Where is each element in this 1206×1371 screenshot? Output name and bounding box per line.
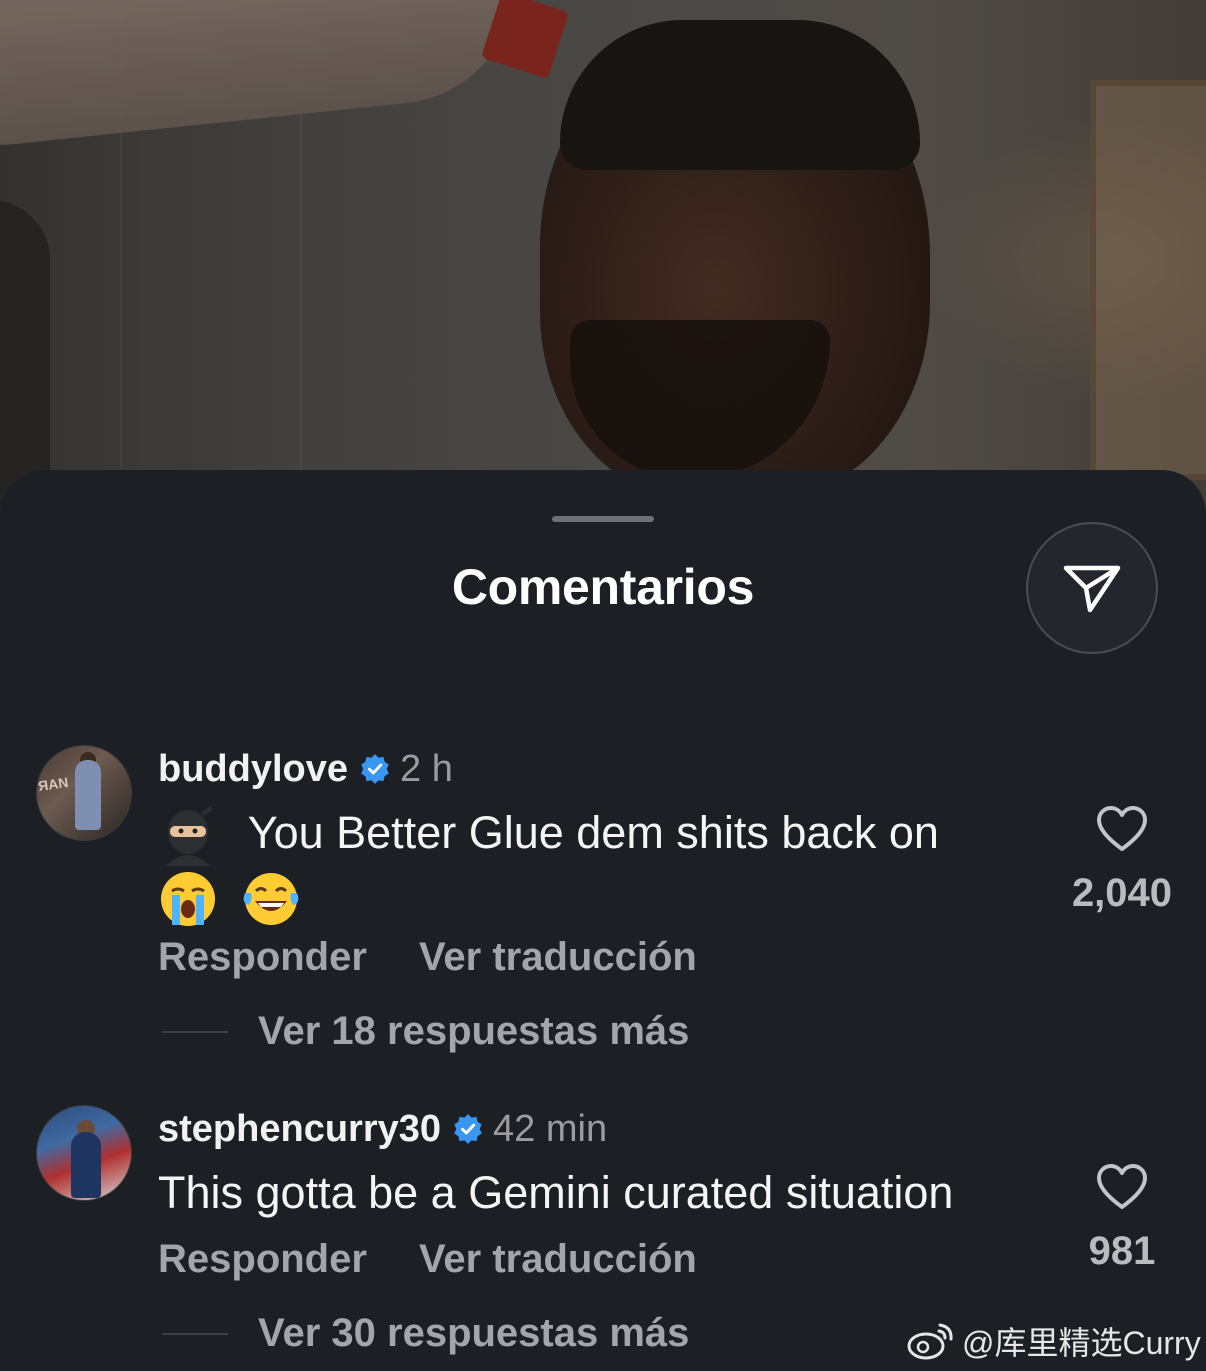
- view-replies-label[interactable]: Ver 30 respuestas más: [258, 1311, 689, 1356]
- ninja-emoji-icon: [166, 806, 214, 867]
- like-count: 981: [1088, 1229, 1156, 1273]
- comment-time: 2 h: [400, 747, 453, 790]
- like-control: 2,040: [1062, 805, 1182, 916]
- face-with-tears-of-joy-icon: [243, 873, 298, 926]
- translate-button[interactable]: Ver traducción: [419, 1237, 697, 1282]
- like-count: 2,040: [1071, 871, 1173, 915]
- reply-button[interactable]: Responder: [158, 935, 367, 980]
- comment-time: 42 min: [493, 1107, 608, 1150]
- username[interactable]: stephencurry30: [158, 1108, 441, 1151]
- like-control: 981: [1062, 1163, 1182, 1274]
- username[interactable]: buddylove: [158, 748, 348, 791]
- heart-icon[interactable]: [1096, 1163, 1148, 1211]
- comment-text: This gotta be a Gemini curated situation: [158, 1167, 954, 1218]
- loudly-crying-face-icon: [161, 872, 215, 927]
- screen: Comentarios ЯAN buddylove 2 h You Better…: [0, 0, 1206, 1371]
- replies-divider: [162, 1030, 228, 1033]
- avatar[interactable]: [36, 1105, 132, 1201]
- avatar[interactable]: ЯAN: [36, 745, 132, 841]
- view-replies[interactable]: Ver 30 respuestas más: [162, 1311, 689, 1356]
- view-replies[interactable]: Ver 18 respuestas más: [162, 1009, 689, 1054]
- send-icon: [1063, 565, 1121, 613]
- sheet-grabber[interactable]: [552, 516, 654, 522]
- share-button[interactable]: [1026, 522, 1158, 654]
- weibo-icon: [907, 1323, 953, 1360]
- watermark-text: @库里精选Curry: [962, 1325, 1201, 1361]
- comment-text-content: You Better Glue dem shits back on: [247, 807, 939, 858]
- comment-actions: Responder Ver traducción: [158, 935, 697, 980]
- watermark: @库里精选Curry: [906, 1318, 1201, 1364]
- comment-header: stephencurry30 42 min: [158, 1105, 607, 1153]
- verified-badge-icon: [454, 1114, 482, 1144]
- replies-divider: [162, 1332, 228, 1335]
- comment-header: buddylove 2 h: [158, 745, 453, 793]
- comment-text: You Better Glue dem shits back on: [158, 803, 1038, 929]
- comment-actions: Responder Ver traducción: [158, 1237, 697, 1282]
- verified-badge-icon: [361, 754, 389, 784]
- heart-icon[interactable]: [1096, 805, 1148, 853]
- reply-button[interactable]: Responder: [158, 1237, 367, 1282]
- translate-button[interactable]: Ver traducción: [419, 935, 697, 980]
- view-replies-label[interactable]: Ver 18 respuestas más: [258, 1009, 689, 1054]
